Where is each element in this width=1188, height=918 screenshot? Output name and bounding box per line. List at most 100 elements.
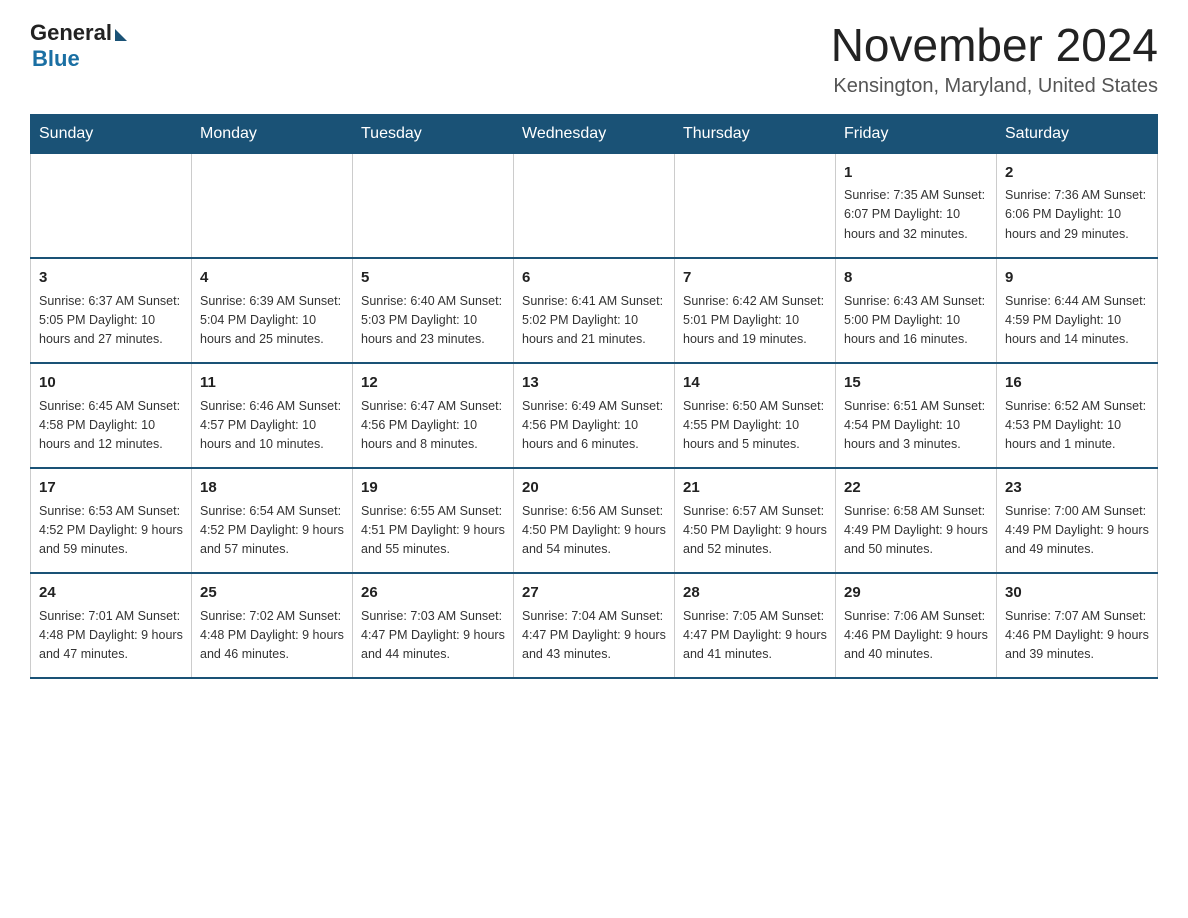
day-info: Sunrise: 7:05 AM Sunset: 4:47 PM Dayligh…: [683, 607, 827, 665]
day-number: 9: [1005, 267, 1149, 290]
day-info: Sunrise: 6:58 AM Sunset: 4:49 PM Dayligh…: [844, 502, 988, 560]
day-number: 24: [39, 582, 183, 605]
day-info: Sunrise: 6:42 AM Sunset: 5:01 PM Dayligh…: [683, 292, 827, 350]
day-info: Sunrise: 6:53 AM Sunset: 4:52 PM Dayligh…: [39, 502, 183, 560]
calendar-day-cell: 17Sunrise: 6:53 AM Sunset: 4:52 PM Dayli…: [31, 468, 192, 573]
logo-arrow-icon: [115, 29, 127, 41]
day-number: 3: [39, 267, 183, 290]
logo: General Blue: [30, 20, 127, 72]
calendar-day-cell: 14Sunrise: 6:50 AM Sunset: 4:55 PM Dayli…: [675, 363, 836, 468]
logo-general-text: General: [30, 20, 112, 46]
day-number: 28: [683, 582, 827, 605]
day-number: 18: [200, 477, 344, 500]
day-number: 11: [200, 372, 344, 395]
calendar-week-row: 3Sunrise: 6:37 AM Sunset: 5:05 PM Daylig…: [31, 258, 1158, 363]
day-info: Sunrise: 6:37 AM Sunset: 5:05 PM Dayligh…: [39, 292, 183, 350]
day-info: Sunrise: 6:54 AM Sunset: 4:52 PM Dayligh…: [200, 502, 344, 560]
day-number: 17: [39, 477, 183, 500]
calendar-day-cell: 18Sunrise: 6:54 AM Sunset: 4:52 PM Dayli…: [192, 468, 353, 573]
calendar-table: SundayMondayTuesdayWednesdayThursdayFrid…: [30, 114, 1158, 680]
day-info: Sunrise: 7:03 AM Sunset: 4:47 PM Dayligh…: [361, 607, 505, 665]
page-header: General Blue November 2024 Kensington, M…: [30, 20, 1158, 98]
day-info: Sunrise: 7:35 AM Sunset: 6:07 PM Dayligh…: [844, 186, 988, 244]
day-number: 29: [844, 582, 988, 605]
weekday-header-wednesday: Wednesday: [514, 114, 675, 153]
day-number: 4: [200, 267, 344, 290]
day-number: 21: [683, 477, 827, 500]
day-info: Sunrise: 6:44 AM Sunset: 4:59 PM Dayligh…: [1005, 292, 1149, 350]
calendar-week-row: 17Sunrise: 6:53 AM Sunset: 4:52 PM Dayli…: [31, 468, 1158, 573]
calendar-week-row: 10Sunrise: 6:45 AM Sunset: 4:58 PM Dayli…: [31, 363, 1158, 468]
day-number: 1: [844, 162, 988, 185]
day-info: Sunrise: 7:04 AM Sunset: 4:47 PM Dayligh…: [522, 607, 666, 665]
calendar-day-cell: 26Sunrise: 7:03 AM Sunset: 4:47 PM Dayli…: [353, 573, 514, 678]
calendar-day-cell: 10Sunrise: 6:45 AM Sunset: 4:58 PM Dayli…: [31, 363, 192, 468]
day-info: Sunrise: 6:39 AM Sunset: 5:04 PM Dayligh…: [200, 292, 344, 350]
calendar-day-cell: 22Sunrise: 6:58 AM Sunset: 4:49 PM Dayli…: [836, 468, 997, 573]
title-section: November 2024 Kensington, Maryland, Unit…: [831, 20, 1158, 98]
weekday-header-tuesday: Tuesday: [353, 114, 514, 153]
calendar-day-cell: [353, 153, 514, 258]
day-number: 26: [361, 582, 505, 605]
day-number: 19: [361, 477, 505, 500]
day-info: Sunrise: 7:01 AM Sunset: 4:48 PM Dayligh…: [39, 607, 183, 665]
logo-blue-text: Blue: [32, 46, 80, 72]
weekday-header-monday: Monday: [192, 114, 353, 153]
day-info: Sunrise: 6:55 AM Sunset: 4:51 PM Dayligh…: [361, 502, 505, 560]
day-number: 8: [844, 267, 988, 290]
day-info: Sunrise: 7:36 AM Sunset: 6:06 PM Dayligh…: [1005, 186, 1149, 244]
day-number: 30: [1005, 582, 1149, 605]
day-info: Sunrise: 6:40 AM Sunset: 5:03 PM Dayligh…: [361, 292, 505, 350]
calendar-day-cell: [31, 153, 192, 258]
calendar-day-cell: [675, 153, 836, 258]
day-info: Sunrise: 7:00 AM Sunset: 4:49 PM Dayligh…: [1005, 502, 1149, 560]
day-number: 23: [1005, 477, 1149, 500]
day-info: Sunrise: 7:06 AM Sunset: 4:46 PM Dayligh…: [844, 607, 988, 665]
day-number: 20: [522, 477, 666, 500]
calendar-day-cell: 19Sunrise: 6:55 AM Sunset: 4:51 PM Dayli…: [353, 468, 514, 573]
weekday-header-row: SundayMondayTuesdayWednesdayThursdayFrid…: [31, 114, 1158, 153]
day-info: Sunrise: 6:43 AM Sunset: 5:00 PM Dayligh…: [844, 292, 988, 350]
day-info: Sunrise: 6:52 AM Sunset: 4:53 PM Dayligh…: [1005, 397, 1149, 455]
day-info: Sunrise: 6:49 AM Sunset: 4:56 PM Dayligh…: [522, 397, 666, 455]
day-number: 6: [522, 267, 666, 290]
calendar-day-cell: [192, 153, 353, 258]
day-number: 7: [683, 267, 827, 290]
day-info: Sunrise: 7:07 AM Sunset: 4:46 PM Dayligh…: [1005, 607, 1149, 665]
calendar-day-cell: 15Sunrise: 6:51 AM Sunset: 4:54 PM Dayli…: [836, 363, 997, 468]
day-number: 13: [522, 372, 666, 395]
calendar-day-cell: 2Sunrise: 7:36 AM Sunset: 6:06 PM Daylig…: [997, 153, 1158, 258]
calendar-day-cell: 3Sunrise: 6:37 AM Sunset: 5:05 PM Daylig…: [31, 258, 192, 363]
day-number: 12: [361, 372, 505, 395]
day-number: 27: [522, 582, 666, 605]
calendar-day-cell: 25Sunrise: 7:02 AM Sunset: 4:48 PM Dayli…: [192, 573, 353, 678]
calendar-day-cell: 5Sunrise: 6:40 AM Sunset: 5:03 PM Daylig…: [353, 258, 514, 363]
calendar-week-row: 24Sunrise: 7:01 AM Sunset: 4:48 PM Dayli…: [31, 573, 1158, 678]
calendar-day-cell: 7Sunrise: 6:42 AM Sunset: 5:01 PM Daylig…: [675, 258, 836, 363]
month-title: November 2024: [831, 20, 1158, 71]
calendar-day-cell: 6Sunrise: 6:41 AM Sunset: 5:02 PM Daylig…: [514, 258, 675, 363]
calendar-day-cell: 23Sunrise: 7:00 AM Sunset: 4:49 PM Dayli…: [997, 468, 1158, 573]
day-info: Sunrise: 6:41 AM Sunset: 5:02 PM Dayligh…: [522, 292, 666, 350]
day-info: Sunrise: 6:51 AM Sunset: 4:54 PM Dayligh…: [844, 397, 988, 455]
calendar-day-cell: 24Sunrise: 7:01 AM Sunset: 4:48 PM Dayli…: [31, 573, 192, 678]
calendar-day-cell: 29Sunrise: 7:06 AM Sunset: 4:46 PM Dayli…: [836, 573, 997, 678]
day-number: 15: [844, 372, 988, 395]
calendar-day-cell: 16Sunrise: 6:52 AM Sunset: 4:53 PM Dayli…: [997, 363, 1158, 468]
day-info: Sunrise: 6:50 AM Sunset: 4:55 PM Dayligh…: [683, 397, 827, 455]
day-number: 22: [844, 477, 988, 500]
day-number: 14: [683, 372, 827, 395]
day-number: 2: [1005, 162, 1149, 185]
weekday-header-sunday: Sunday: [31, 114, 192, 153]
day-info: Sunrise: 6:56 AM Sunset: 4:50 PM Dayligh…: [522, 502, 666, 560]
calendar-day-cell: 20Sunrise: 6:56 AM Sunset: 4:50 PM Dayli…: [514, 468, 675, 573]
day-number: 25: [200, 582, 344, 605]
day-info: Sunrise: 6:45 AM Sunset: 4:58 PM Dayligh…: [39, 397, 183, 455]
location: Kensington, Maryland, United States: [831, 75, 1158, 98]
calendar-day-cell: 28Sunrise: 7:05 AM Sunset: 4:47 PM Dayli…: [675, 573, 836, 678]
day-info: Sunrise: 7:02 AM Sunset: 4:48 PM Dayligh…: [200, 607, 344, 665]
calendar-day-cell: [514, 153, 675, 258]
weekday-header-saturday: Saturday: [997, 114, 1158, 153]
day-number: 10: [39, 372, 183, 395]
calendar-day-cell: 13Sunrise: 6:49 AM Sunset: 4:56 PM Dayli…: [514, 363, 675, 468]
